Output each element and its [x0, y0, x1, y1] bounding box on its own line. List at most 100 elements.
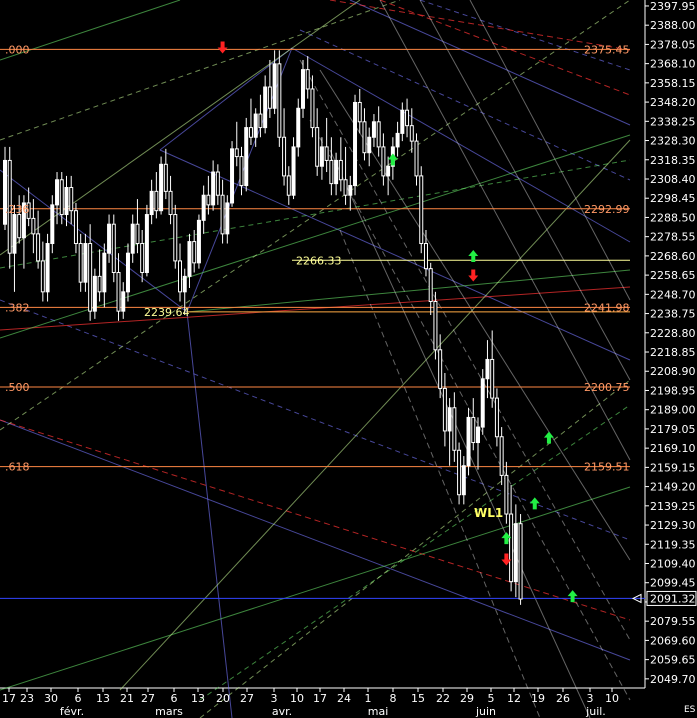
candle-body: [409, 125, 414, 142]
trend-line: [199, 379, 631, 718]
trend-line: [339, 229, 541, 718]
candle-body: [50, 204, 55, 245]
y-tick-label: 2169.10: [650, 442, 696, 455]
y-tick-label: 2129.30: [650, 519, 696, 532]
candle-body: [499, 436, 504, 476]
candle-body: [376, 121, 381, 148]
x-tick-label: 10: [290, 692, 304, 705]
candle-body: [163, 163, 168, 192]
candle-body: [69, 186, 74, 212]
candle-body: [457, 449, 462, 496]
candle-body: [357, 101, 362, 123]
candle-body: [272, 63, 277, 109]
y-tick-label: 2099.45: [650, 577, 696, 590]
candle-body: [405, 109, 410, 127]
candle-body: [102, 252, 107, 293]
x-tick-label: 3: [271, 692, 278, 705]
y-tick-label: 2328.30: [650, 135, 696, 148]
candle-body: [428, 268, 433, 302]
y-tick-label: 2397.95: [650, 0, 696, 13]
candle-body: [88, 243, 93, 312]
candle-body: [518, 523, 523, 600]
candle-body: [329, 159, 334, 185]
candle-body: [111, 223, 116, 274]
trend-line: [186, 311, 233, 718]
y-tick-label: 2388.00: [650, 19, 696, 32]
y-tick-label: 2208.90: [650, 365, 696, 378]
candle-body: [419, 175, 424, 245]
x-tick-label: 6: [171, 692, 178, 705]
candle-body: [206, 194, 211, 206]
candle-body: [64, 186, 69, 216]
candle-body: [442, 387, 447, 432]
wave-label: WL1: [474, 506, 503, 520]
y-tick-label: 2308.40: [650, 173, 696, 186]
y-tick-label: 2298.45: [650, 192, 696, 205]
candle-body: [466, 416, 471, 467]
y-tick-label: 2218.85: [650, 346, 696, 359]
y-tick-label: 2109.40: [650, 557, 696, 570]
candle-body: [225, 202, 230, 235]
y-tick-label: 2248.70: [650, 288, 696, 301]
sell-signal-arrow: [217, 41, 228, 54]
candle-body: [159, 163, 164, 212]
candle-body: [78, 243, 83, 283]
y-tick-label: 2139.25: [650, 500, 696, 513]
candle-body: [509, 513, 514, 583]
y-tick-label: 2258.65: [650, 269, 696, 282]
candle-body: [476, 426, 480, 444]
candle-body: [367, 136, 372, 154]
y-tick-label: 2198.95: [650, 384, 696, 397]
candle-body: [215, 171, 220, 196]
x-month-label: avr.: [272, 705, 292, 718]
current-price-label: 2091.32: [650, 592, 696, 605]
candle-body: [154, 190, 159, 212]
x-tick-label: 29: [460, 692, 474, 705]
candle-body: [452, 407, 457, 451]
candle-body: [490, 358, 495, 399]
candle-body: [485, 358, 490, 380]
candle-body: [97, 275, 102, 293]
buy-signal-arrow: [387, 153, 398, 166]
trend-line: [186, 269, 631, 313]
x-tick-label: 10: [605, 692, 619, 705]
price-chart: .000 2375.45 .236 2292.99 .382 2241.98 .500 220…: [0, 0, 697, 718]
candle-body: [248, 127, 253, 138]
trend-line: [419, 0, 631, 381]
y-tick-label: 2179.05: [650, 423, 696, 436]
y-tick-label: 2278.55: [650, 231, 696, 244]
fib-ratio-label: .236: [5, 203, 30, 216]
candle-body: [286, 175, 291, 196]
candle-body: [73, 210, 78, 245]
fib-value-label: 2200.75: [584, 381, 630, 394]
candle-body: [400, 109, 405, 134]
x-tick-label: 19: [531, 692, 545, 705]
candle-body: [220, 194, 225, 235]
fib-ratio-label: .000: [5, 43, 30, 56]
x-tick-label: 6: [75, 692, 82, 705]
x-tick-label: 24: [337, 692, 351, 705]
candle-body: [371, 121, 376, 138]
candle-body: [343, 179, 348, 196]
candle-body: [187, 241, 192, 277]
candle-body: [36, 233, 41, 262]
candle-body: [282, 136, 287, 177]
x-tick-label: 26: [556, 692, 570, 705]
x-axis: 17 23 30 6 13 21 27 6 13 20 27 3 10 17 24 1 8 15 22 29 5 12 19…: [2, 688, 619, 718]
candle-body: [353, 101, 358, 187]
candle-body: [348, 185, 353, 196]
trend-line: [349, 0, 631, 126]
y-tick-label: 2338.25: [650, 115, 696, 128]
y-tick-label: 2228.80: [650, 327, 696, 340]
trend-line: [299, 29, 631, 181]
candle-body: [494, 397, 499, 438]
candle-body: [334, 159, 339, 185]
candle-body: [315, 127, 320, 167]
candle-body: [83, 243, 88, 283]
y-tick-label: 2288.50: [650, 211, 696, 224]
candle-body: [130, 223, 135, 254]
sell-signal-arrow: [468, 269, 479, 282]
trend-line: [0, 0, 631, 431]
x-month-label: juil.: [585, 705, 606, 718]
instrument-label: ES: [684, 705, 696, 715]
